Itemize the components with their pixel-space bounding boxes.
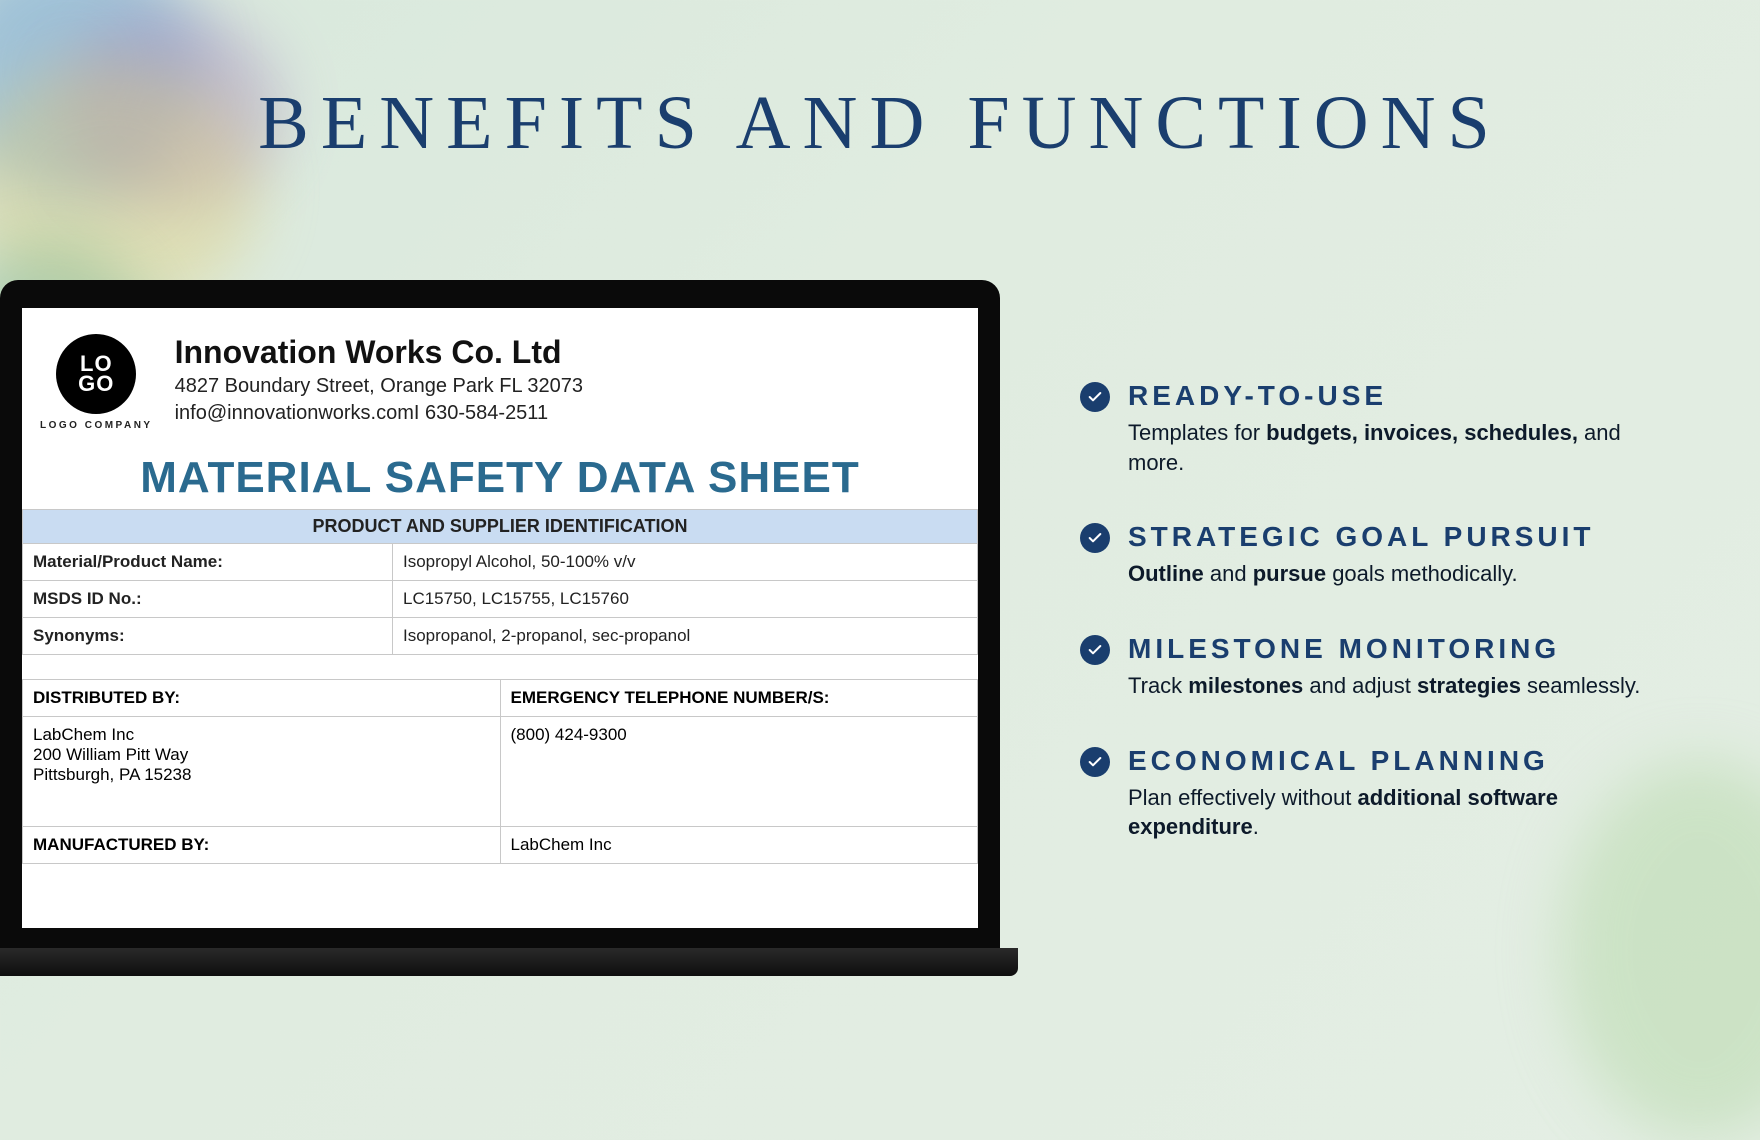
table-row: LabChem Inc 200 William Pitt Way Pittsbu… <box>22 717 978 827</box>
table-row: MSDS ID No.: LC15750, LC15755, LC15760 <box>22 581 978 618</box>
emergency-phone: (800) 424-9300 <box>501 717 978 826</box>
benefit-body: STRATEGIC GOAL PURSUIT Outline and pursu… <box>1128 521 1595 589</box>
benefits-list: READY-TO-USE Templates for budgets, invo… <box>1080 380 1670 842</box>
row-value: LC15750, LC15755, LC15760 <box>393 581 977 617</box>
section-heading: PRODUCT AND SUPPLIER IDENTIFICATION <box>22 509 978 544</box>
check-icon <box>1080 523 1110 553</box>
logo-column: LO GO LOGO COMPANY <box>40 334 153 431</box>
table-row: MANUFACTURED BY: LabChem Inc <box>22 827 978 864</box>
table-row: Synonyms: Isopropanol, 2-propanol, sec-p… <box>22 618 978 655</box>
row-value: Isopropanol, 2-propanol, sec-propanol <box>393 618 977 654</box>
benefit-body: MILESTONE MONITORING Track milestones an… <box>1128 633 1640 701</box>
company-contact: info@innovationworks.comI 630-584-2511 <box>175 402 583 425</box>
laptop-mockup: LO GO LOGO COMPANY Innovation Works Co. … <box>0 280 1020 1000</box>
desc-text: Plan effectively without <box>1128 785 1358 810</box>
desc-text: Templates for <box>1128 420 1266 445</box>
benefit-description: Templates for budgets, invoices, schedul… <box>1128 418 1670 477</box>
distributed-by-label: DISTRIBUTED BY: <box>23 680 501 716</box>
laptop-bezel: LO GO LOGO COMPANY Innovation Works Co. … <box>0 280 1000 950</box>
benefit-title: MILESTONE MONITORING <box>1128 633 1640 665</box>
benefit-description: Plan effectively without additional soft… <box>1128 783 1670 842</box>
logo-icon: LO GO <box>56 334 136 414</box>
benefit-title: READY-TO-USE <box>1128 380 1670 412</box>
benefit-title: STRATEGIC GOAL PURSUIT <box>1128 521 1595 553</box>
laptop-base <box>0 948 1018 976</box>
benefit-description: Track milestones and adjust strategies s… <box>1128 671 1640 701</box>
company-address: 4827 Boundary Street, Orange Park FL 320… <box>175 375 583 398</box>
emergency-label: EMERGENCY TELEPHONE NUMBER/S: <box>501 680 978 716</box>
benefit-title: ECONOMICAL PLANNING <box>1128 745 1670 777</box>
benefit-item: READY-TO-USE Templates for budgets, invo… <box>1080 380 1670 477</box>
page-title: BENEFITS AND FUNCTIONS <box>0 80 1760 167</box>
distributor-street: 200 William Pitt Way <box>33 745 490 765</box>
row-label: MSDS ID No.: <box>23 581 393 617</box>
row-value: Isopropyl Alcohol, 50-100% v/v <box>393 544 977 580</box>
desc-bold: milestones <box>1188 673 1303 698</box>
company-name: Innovation Works Co. Ltd <box>175 334 583 371</box>
logo-text-bottom: GO <box>78 374 114 394</box>
laptop-screen: LO GO LOGO COMPANY Innovation Works Co. … <box>22 308 978 928</box>
distributor-city: Pittsburgh, PA 15238 <box>33 765 490 785</box>
benefit-body: ECONOMICAL PLANNING Plan effectively wit… <box>1128 745 1670 842</box>
document-title: MATERIAL SAFETY DATA SHEET <box>22 453 978 503</box>
desc-bold: pursue <box>1253 561 1326 586</box>
benefit-item: STRATEGIC GOAL PURSUIT Outline and pursu… <box>1080 521 1670 589</box>
check-icon <box>1080 747 1110 777</box>
row-label: Synonyms: <box>23 618 393 654</box>
desc-text: . <box>1253 814 1259 839</box>
check-icon <box>1080 382 1110 412</box>
desc-text: Track <box>1128 673 1188 698</box>
row-label: Material/Product Name: <box>23 544 393 580</box>
document-header: LO GO LOGO COMPANY Innovation Works Co. … <box>22 308 978 445</box>
desc-bold: Outline <box>1128 561 1204 586</box>
benefit-body: READY-TO-USE Templates for budgets, invo… <box>1128 380 1670 477</box>
spacer <box>22 655 978 679</box>
table-row: DISTRIBUTED BY: EMERGENCY TELEPHONE NUMB… <box>22 679 978 717</box>
benefit-item: MILESTONE MONITORING Track milestones an… <box>1080 633 1670 701</box>
logo-caption: LOGO COMPANY <box>40 420 153 431</box>
desc-text: and adjust <box>1303 673 1417 698</box>
desc-bold: strategies <box>1417 673 1521 698</box>
benefit-description: Outline and pursue goals methodically. <box>1128 559 1595 589</box>
check-icon <box>1080 635 1110 665</box>
manufactured-by-value: LabChem Inc <box>501 827 978 863</box>
desc-bold: budgets, invoices, schedules, <box>1266 420 1578 445</box>
desc-text: goals methodically. <box>1326 561 1518 586</box>
manufactured-by-label: MANUFACTURED BY: <box>23 827 501 863</box>
distributed-by-value: LabChem Inc 200 William Pitt Way Pittsbu… <box>23 717 501 826</box>
table-row: Material/Product Name: Isopropyl Alcohol… <box>22 544 978 581</box>
distributor-name: LabChem Inc <box>33 725 490 745</box>
desc-text: seamlessly. <box>1521 673 1640 698</box>
benefit-item: ECONOMICAL PLANNING Plan effectively wit… <box>1080 745 1670 842</box>
company-info: Innovation Works Co. Ltd 4827 Boundary S… <box>175 334 583 425</box>
desc-text: and <box>1204 561 1253 586</box>
